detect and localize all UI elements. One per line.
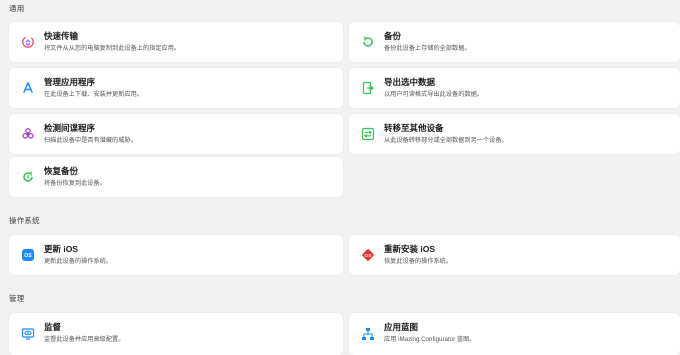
restore-backup-desc: 将备份恢复到此设备。 — [44, 180, 106, 187]
backup-desc: 备份此设备上存储的全部数据。 — [384, 45, 471, 52]
restore-backup-card[interactable]: 恢复备份 将备份恢复到此设备。 — [9, 157, 343, 197]
backup-card[interactable]: 备份 备份此设备上存储的全部数据。 — [349, 22, 680, 62]
restore-icon — [21, 170, 35, 184]
transfer-device-card[interactable]: 转移至其他设备 从此设备转移部分或全部数据到另一个设备。 — [349, 114, 680, 154]
reinstall-ios-desc: 恢复此设备的操作系统。 — [384, 258, 453, 265]
quick-transfer-desc: 将文件从从您的电脑复制到此设备上的指定应用。 — [44, 45, 181, 52]
restore-backup-title: 恢复备份 — [44, 166, 79, 176]
supervise-title: 监督 — [44, 322, 62, 332]
transfer-device-desc: 从此设备转移部分或全部数据到另一个设备。 — [384, 137, 508, 144]
supervise-desc: 监督此设备并应用高级配置。 — [44, 336, 125, 343]
biohazard-icon — [21, 127, 35, 141]
blueprint-desc: 应用 iMazing Configurator 蓝图。 — [384, 336, 476, 343]
supervise-card[interactable]: 监督 监督此设备并应用高级配置。 — [9, 313, 343, 355]
update-ios-title: 更新 iOS — [44, 244, 79, 254]
reinstall-ios-card[interactable]: OS 重新安装 iOS 恢复此设备的操作系统。 — [349, 235, 680, 275]
export-data-desc: 以用户可读格式导出此设备的数据。 — [384, 91, 483, 98]
svg-text:OS: OS — [365, 253, 372, 258]
reinstall-ios-title: 重新安装 iOS — [384, 244, 436, 254]
section-title-os: 操作系统 — [9, 216, 40, 225]
update-ios-card[interactable]: OS 更新 iOS 更新此设备的操作系统。 — [9, 235, 343, 275]
transfer-device-title: 转移至其他设备 — [384, 123, 444, 133]
section-title-general: 通用 — [9, 4, 25, 13]
ios-reinstall-icon: OS — [361, 248, 375, 262]
quick-transfer-icon — [21, 35, 35, 49]
update-ios-desc: 更新此设备的操作系统。 — [44, 258, 113, 265]
export-data-title: 导出选中数据 — [384, 77, 436, 87]
spyware-check-card[interactable]: 检测间谍程序 扫描此设备中是否有潜藏的威胁。 — [9, 114, 343, 154]
quick-transfer-title: 快速传输 — [44, 31, 79, 41]
backup-icon — [361, 35, 375, 49]
export-data-card[interactable]: 导出选中数据 以用户可读格式导出此设备的数据。 — [349, 68, 680, 108]
manage-apps-card[interactable]: 管理应用程序 在此设备上下载、安装并更新应用。 — [9, 68, 343, 108]
app-store-icon — [21, 81, 35, 95]
blueprint-title: 应用蓝图 — [384, 322, 419, 332]
manage-apps-title: 管理应用程序 — [44, 77, 96, 87]
spyware-check-title: 检测间谍程序 — [44, 123, 96, 133]
export-icon — [361, 81, 375, 95]
blueprint-card[interactable]: 应用蓝图 应用 iMazing Configurator 蓝图。 — [349, 313, 680, 355]
manage-apps-desc: 在此设备上下载、安装并更新应用。 — [44, 91, 143, 98]
spyware-check-desc: 扫描此设备中是否有潜藏的威胁。 — [44, 137, 137, 144]
blueprint-icon — [361, 327, 375, 341]
ios-update-icon: OS — [21, 248, 35, 262]
svg-text:OS: OS — [24, 253, 32, 259]
quick-transfer-card[interactable]: 快速传输 将文件从从您的电脑复制到此设备上的指定应用。 — [9, 22, 343, 62]
backup-title: 备份 — [384, 31, 402, 41]
transfer-icon — [361, 127, 375, 141]
supervise-icon — [21, 327, 35, 341]
section-title-manage: 管理 — [9, 294, 25, 303]
